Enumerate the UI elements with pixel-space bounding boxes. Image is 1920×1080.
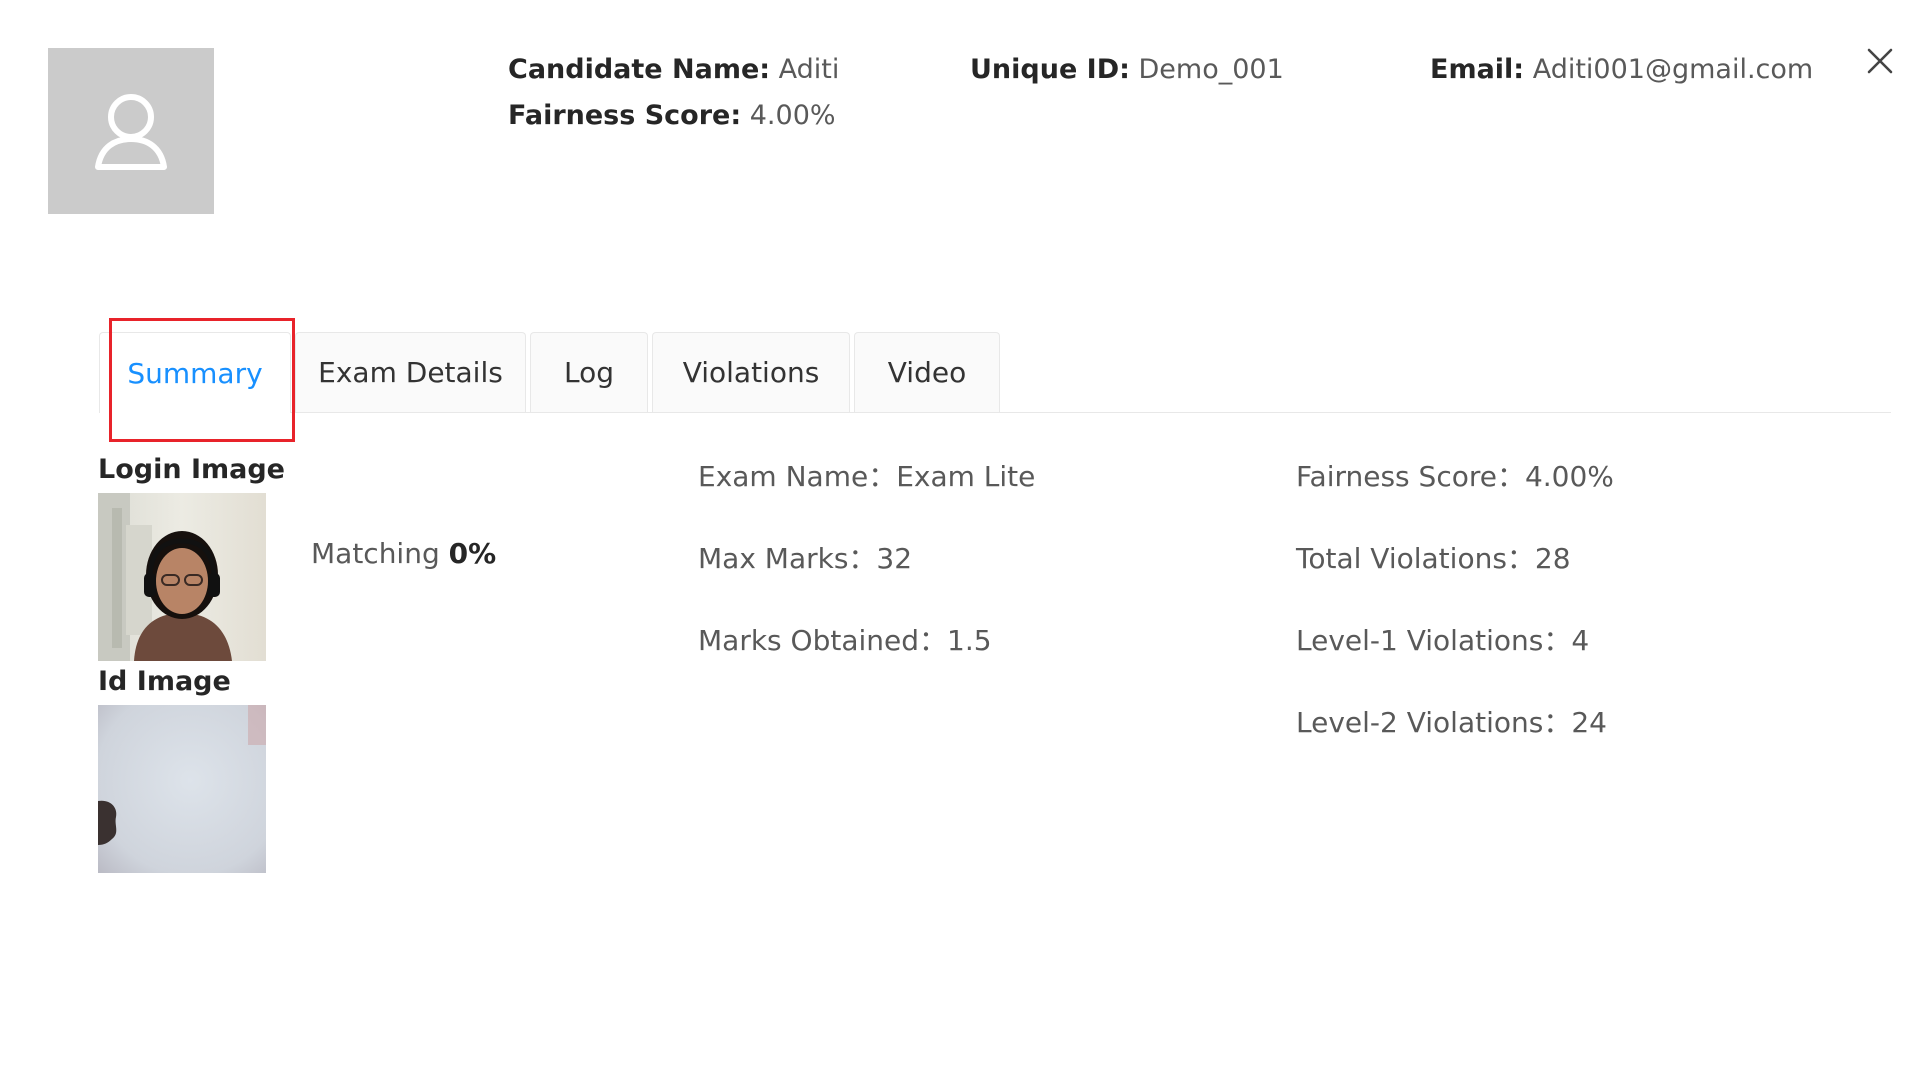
close-button[interactable]	[1863, 44, 1897, 78]
matching-label: Matching	[311, 537, 440, 570]
email: Email: Aditi001@gmail.com	[1430, 54, 1813, 85]
marks-obtained: Marks Obtained：1.5	[698, 624, 992, 657]
login-image	[98, 493, 266, 661]
tab-bar: Summary Exam Details Log Violations Vide…	[99, 332, 1891, 413]
tab-summary[interactable]: Summary	[99, 332, 291, 413]
id-image-label: Id Image	[98, 666, 231, 697]
tab-exam-details-label: Exam Details	[318, 356, 503, 389]
tab-video-label: Video	[887, 356, 967, 389]
tab-violations-label: Violations	[682, 356, 820, 389]
candidate-name-value: Aditi	[778, 54, 840, 85]
candidate-name: Candidate Name: Aditi	[508, 54, 839, 85]
exam-name: Exam Name：Exam Lite	[698, 460, 1036, 493]
matching-score: Matching 0%	[311, 537, 496, 570]
unique-id-label: Unique ID:	[970, 54, 1130, 85]
id-image	[98, 705, 266, 873]
tab-log[interactable]: Log	[530, 332, 648, 412]
login-image-label: Login Image	[98, 454, 285, 485]
close-icon	[1867, 48, 1893, 74]
tab-violations[interactable]: Violations	[652, 332, 850, 412]
tab-summary-label: Summary	[127, 356, 263, 390]
matching-value: 0%	[448, 537, 497, 570]
unique-id: Unique ID: Demo_001	[970, 54, 1284, 85]
fairness-score-value: 4.00%	[749, 100, 836, 131]
user-icon	[95, 94, 167, 170]
candidate-name-label: Candidate Name:	[508, 54, 771, 85]
level2-violations: Level-2 Violations：24	[1296, 706, 1607, 739]
tab-log-label: Log	[563, 356, 614, 389]
summary-fairness-score: Fairness Score：4.00%	[1296, 460, 1614, 493]
tab-exam-details[interactable]: Exam Details	[295, 332, 526, 412]
unique-id-value: Demo_001	[1138, 54, 1284, 85]
email-value: Aditi001@gmail.com	[1532, 54, 1814, 85]
candidate-detail-modal: Candidate Name: Aditi Fairness Score: 4.…	[0, 0, 1920, 1080]
level1-violations: Level-1 Violations：4	[1296, 624, 1590, 657]
fairness-score-label: Fairness Score:	[508, 100, 742, 131]
total-violations: Total Violations：28	[1296, 542, 1571, 575]
tab-video[interactable]: Video	[854, 332, 1000, 412]
max-marks: Max Marks：32	[698, 542, 913, 575]
header-fairness-score: Fairness Score: 4.00%	[508, 100, 836, 131]
email-label: Email:	[1430, 54, 1525, 85]
avatar	[48, 48, 214, 214]
